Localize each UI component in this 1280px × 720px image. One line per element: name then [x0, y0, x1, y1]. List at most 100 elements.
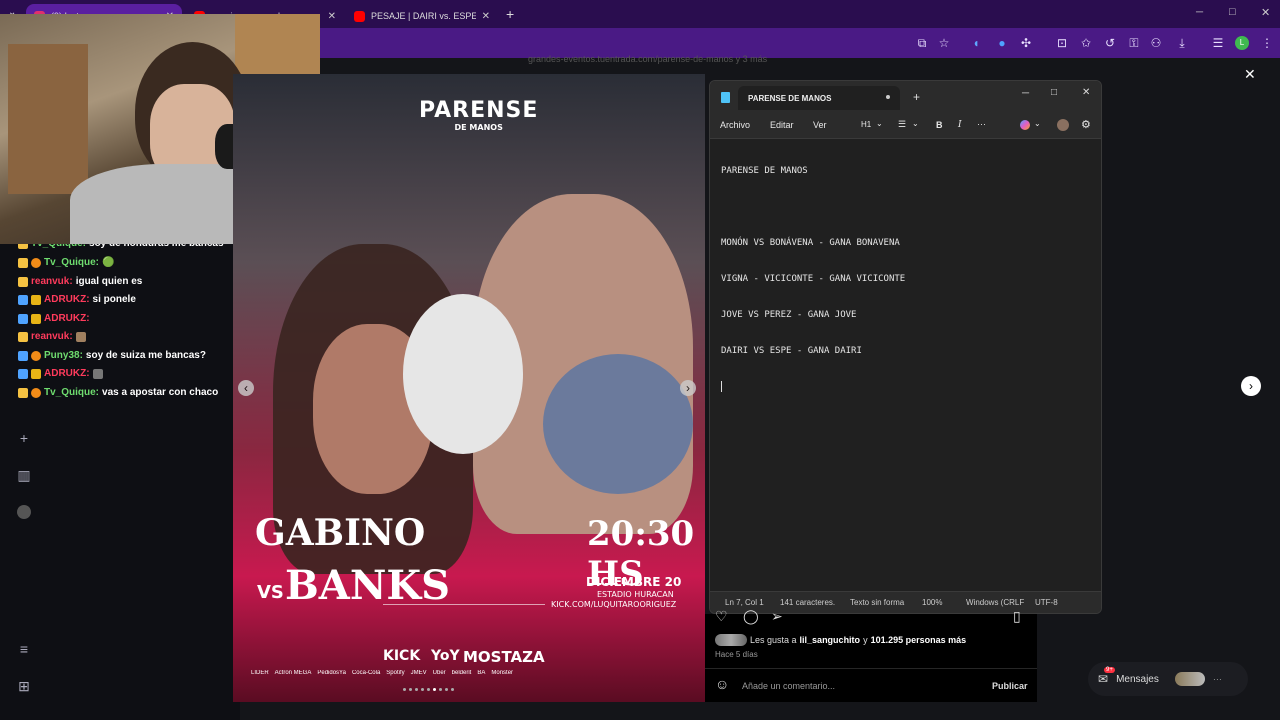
event-logo: PARENSE DE MANOS — [419, 98, 538, 132]
account-avatar[interactable] — [1057, 119, 1069, 131]
messages-badge: 9+ — [1104, 667, 1115, 673]
stats-icon[interactable]: ▥ — [16, 467, 32, 483]
next-post-button[interactable]: › — [1241, 376, 1261, 396]
extensions-puzzle-icon[interactable]: ✣ — [1018, 35, 1034, 51]
likes-count[interactable]: 101.295 personas más — [871, 635, 967, 645]
vs-label: VS — [257, 582, 284, 603]
messages-button[interactable]: ✉ 9+ Mensajes ··· — [1088, 662, 1248, 696]
key-icon[interactable]: ⚿ — [1126, 35, 1142, 51]
notepad-maximize-button[interactable]: □ — [1051, 87, 1057, 98]
menu-editar[interactable]: Editar — [770, 120, 794, 130]
more-options-button[interactable]: ··· — [977, 119, 986, 129]
favorites-icon[interactable]: ✩ — [1078, 35, 1094, 51]
new-tab-button[interactable]: + — [506, 6, 514, 22]
minimize-button[interactable]: ─ — [1196, 7, 1203, 18]
menu-ver[interactable]: Ver — [813, 120, 827, 130]
menu-archivo[interactable]: Archivo — [720, 120, 750, 130]
carousel-next-button[interactable]: › — [680, 380, 696, 396]
window-close-button[interactable]: ✕ — [1261, 6, 1270, 19]
notepad-new-tab-button[interactable]: + — [913, 90, 920, 104]
download-icon[interactable]: ⤓ — [1174, 35, 1190, 51]
menu-dots-icon[interactable]: ⋮ — [1259, 35, 1275, 51]
add-icon[interactable]: + — [16, 430, 32, 446]
sword-badge-icon — [18, 313, 28, 324]
notepad-tab-title: PARENSE DE MANOS — [748, 94, 832, 103]
apps-icon[interactable]: ⊞ — [16, 678, 32, 694]
sponsor-kick: KICK — [383, 648, 421, 664]
chat-message: Tv_Quique: 🟢 — [18, 257, 114, 268]
crown-badge-icon — [18, 257, 28, 268]
chevron-down-icon: ⌄ — [1034, 119, 1041, 128]
menu-icon[interactable]: ≡ — [16, 641, 32, 657]
sponsor-small: LIDER — [251, 670, 269, 676]
sponsor-small: belderit — [451, 670, 472, 676]
chat-user: reanvuk: — [31, 276, 73, 287]
sword-badge-icon — [18, 294, 28, 305]
close-tab-icon[interactable]: ✕ — [328, 11, 336, 22]
more-dots-icon: ··· — [1212, 674, 1222, 684]
chat-message: reanvuk: — [18, 331, 86, 342]
close-tab-icon[interactable]: ✕ — [482, 11, 490, 22]
notepad-close-button[interactable]: ✕ — [1082, 87, 1090, 98]
reading-list-icon[interactable]: ☰ — [1210, 35, 1226, 51]
heart-icon[interactable]: ♡ — [715, 608, 728, 625]
avatar[interactable] — [16, 505, 32, 521]
text-cursor — [721, 381, 722, 392]
chat-user: ADRUKZ: — [44, 313, 90, 324]
heading-dropdown[interactable]: H1 — [861, 120, 871, 129]
notepad-editor[interactable]: PARENSE DE MANOS MONÓN VS BONÁVENA - GAN… — [721, 141, 905, 416]
notepad-minimize-button[interactable]: ─ — [1022, 88, 1029, 99]
boxing-glove-blue — [543, 354, 693, 494]
post-image: PARENSE DE MANOS GABINO VS BANKS 20:30 H… — [233, 74, 705, 702]
text-line: PARENSE DE MANOS — [721, 166, 808, 176]
extension-blue-icon[interactable]: ● — [994, 35, 1010, 51]
chat-text: 🟢 — [102, 257, 115, 268]
tab-youtube-video[interactable]: PESAJE | DAIRI vs. ESPE | PAREN ✕ — [346, 4, 498, 28]
sub-badge-icon — [31, 350, 41, 361]
likes-user[interactable]: lil_sanguchito — [800, 635, 861, 645]
emoji-icon[interactable]: ☺ — [715, 676, 729, 692]
bookmark-star-icon[interactable]: ☆ — [936, 35, 952, 51]
bold-button[interactable]: B — [936, 120, 943, 130]
maximize-button[interactable]: □ — [1229, 6, 1236, 18]
format-status: Texto sin forma — [850, 598, 905, 607]
encoding[interactable]: UTF-8 — [1035, 598, 1058, 607]
extension-audio-icon[interactable]: ◖ — [968, 35, 984, 51]
sponsor-small: BA — [477, 670, 486, 676]
crown-badge-icon — [18, 276, 28, 287]
sub-badge-icon — [31, 387, 41, 398]
list-icon[interactable]: ☰ — [898, 119, 906, 130]
profile-avatar[interactable]: L — [1235, 36, 1249, 50]
incognito-icon[interactable]: ⚇ — [1148, 35, 1164, 51]
messages-label: Mensajes — [1116, 673, 1159, 685]
history-icon[interactable]: ↺ — [1102, 35, 1118, 51]
text-line: VIGNA - VICICONTE - GANA VICICONTE — [721, 274, 906, 284]
save-bookmark-icon[interactable]: ▯ — [1013, 608, 1021, 625]
shield-badge-icon — [31, 313, 41, 324]
share-icon[interactable]: ➢ — [771, 608, 783, 625]
chat-message: Puny38: soy de suiza me bancas? — [18, 350, 206, 361]
screenshot-icon[interactable]: ⊡ — [1054, 35, 1070, 51]
chat-message: ADRUKZ: — [18, 368, 103, 379]
emote-icon — [75, 331, 86, 342]
carousel-prev-button[interactable]: ‹ — [238, 380, 254, 396]
notepad-statusbar: Ln 7, Col 1 141 caracteres. Texto sin fo… — [710, 591, 1101, 613]
youtube-icon — [354, 10, 365, 22]
publish-button[interactable]: Publicar — [992, 681, 1028, 691]
italic-button[interactable]: I — [958, 120, 962, 130]
likes-mid: y — [863, 635, 868, 645]
tab-label: PESAJE | DAIRI vs. ESPE | PAREN — [371, 11, 476, 21]
copilot-icon[interactable] — [1020, 120, 1030, 130]
zoom-level[interactable]: 100% — [922, 598, 942, 607]
comment-icon[interactable]: ◯ — [743, 608, 759, 625]
close-overlay-button[interactable]: ✕ — [1244, 66, 1256, 83]
settings-gear-icon[interactable]: ⚙ — [1081, 118, 1091, 131]
cast-icon[interactable]: ⧉ — [914, 35, 930, 51]
sponsor-small: Actron MEGA — [274, 670, 312, 676]
line-ending[interactable]: Windows (CRLF — [966, 598, 1024, 607]
chat-text: soy de suiza me bancas? — [85, 350, 206, 361]
notepad-titlebar: PARENSE DE MANOS + ─ □ ✕ — [710, 81, 1101, 113]
chat-text: vas a apostar con chaco — [102, 387, 219, 398]
character-count: 141 caracteres. — [780, 598, 836, 607]
comment-input[interactable]: Añade un comentario... — [742, 681, 835, 691]
